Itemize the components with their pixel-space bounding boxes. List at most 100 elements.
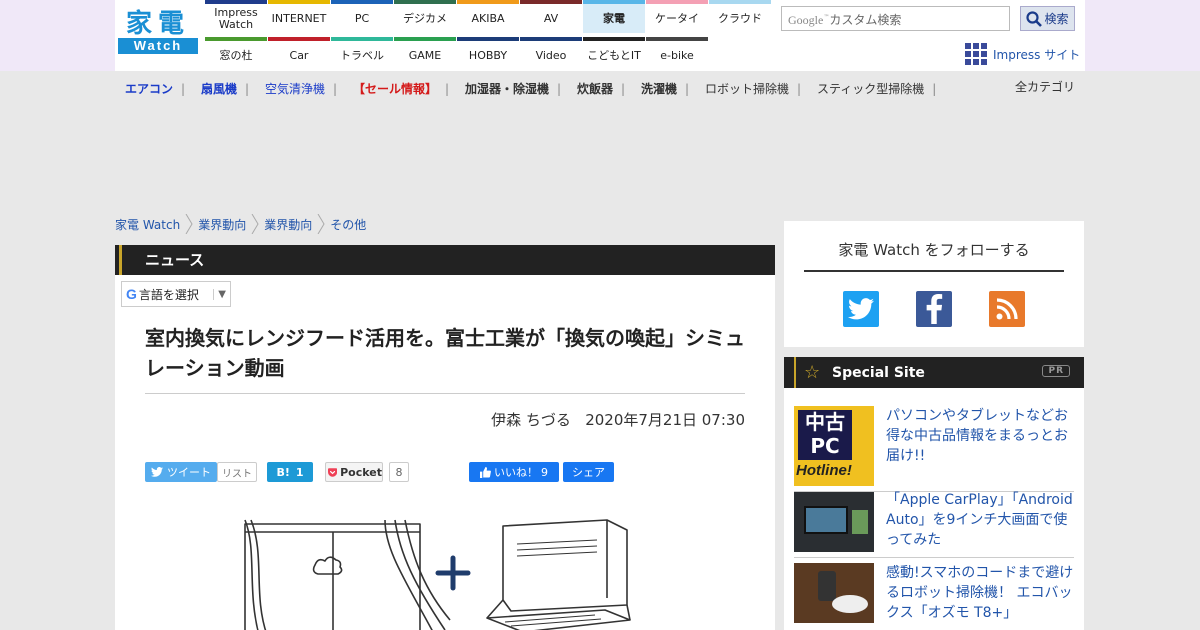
facebook-like-button[interactable]: いいね！ 9 [469, 462, 559, 482]
chevron-down-icon: ▼ [213, 288, 226, 300]
twitter-follow-icon[interactable] [843, 291, 879, 327]
category-link[interactable]: 加湿器・除湿機 | [465, 80, 561, 97]
breadcrumb: 家電 Watch 業界動向 業界動向 その他 [115, 214, 366, 234]
breadcrumb-link[interactable]: 業界動向 [198, 216, 246, 233]
category-link[interactable]: エアコン | [125, 80, 185, 97]
nav-item[interactable]: GAME [394, 37, 456, 70]
site-logo[interactable]: 家電 Watch [118, 10, 198, 56]
category-link[interactable]: 扇風機 | [201, 80, 249, 97]
category-link[interactable]: 空気清浄機 | [265, 80, 337, 97]
category-label: 炊飯器 [577, 82, 614, 96]
rss-follow-icon[interactable] [989, 291, 1025, 327]
category-separator: | [557, 82, 562, 96]
nav-item[interactable]: e-bike [646, 37, 708, 70]
article-title: 室内換気にレンジフード活用を。富士工業が「換気の喚起」シミュレーション動画 [145, 326, 745, 380]
pocket-icon [328, 467, 338, 477]
breadcrumb-link[interactable]: 家電 Watch [115, 216, 180, 233]
grid-icon [965, 43, 987, 65]
category-label: エアコン [125, 82, 174, 96]
language-select[interactable]: G 言語を選択 ▼ [121, 281, 231, 307]
category-bar: 全カテゴリ エアコン | 扇風機 | 空気清浄機 | 【セール情報】 | 加湿器・除湿機 | 炊飯器… [115, 72, 1085, 100]
pocket-label: Pocket [340, 465, 382, 479]
nav-item[interactable]: PC [331, 0, 393, 33]
category-label: 加湿器・除湿機 [465, 82, 550, 96]
special-item-3[interactable]: 感動!スマホのコードまで避けるロボット掃除機！ エコバックス「オズモ T8+」 [794, 563, 1074, 630]
search-input[interactable]: Google™カスタム検索 [781, 6, 1010, 31]
tweet-button[interactable]: ツイート [145, 462, 217, 482]
facebook-follow-icon[interactable] [916, 291, 952, 327]
pr-badge: PR [1042, 365, 1070, 377]
category-link[interactable]: ロボット掃除機 | [705, 80, 801, 97]
category-label: 【セール情報】 [353, 82, 438, 96]
car-screen [804, 506, 848, 534]
special-item-text: 感動!スマホのコードまで避けるロボット掃除機！ エコバックス「オズモ T8+」 [886, 565, 1074, 621]
follow-title: 家電 Watch をフォローする [804, 239, 1064, 272]
chevron-right-icon [185, 214, 193, 234]
hatena-count: 1 [295, 465, 304, 479]
vacuum-robot [832, 595, 868, 613]
list-button[interactable]: リスト [217, 462, 257, 482]
logo-kanji: 家電 [125, 9, 190, 39]
nav-item[interactable]: Impress Watch [205, 0, 267, 33]
article-byline: 伊森 ちづる 2020年7月21日 07:30 [491, 409, 745, 430]
nav-item[interactable]: ケータイ [646, 0, 708, 33]
category-label: 洗濯機 [641, 82, 678, 96]
impress-site-link[interactable]: Impress サイト [965, 43, 1080, 65]
nav-item[interactable]: AV [520, 0, 582, 33]
category-label: スティック型掃除機 [817, 82, 925, 96]
facebook-share-button[interactable]: シェア [563, 462, 614, 482]
special-item-1[interactable]: 中古 PC Hotline! パソコンやタブレットなどお得な中古品情報をまるっと… [794, 406, 1074, 492]
car-phone [852, 510, 868, 534]
special-item-2[interactable]: 「Apple CarPlay」「Android Auto」を9インチ大画面で使っ… [794, 492, 1074, 558]
category-label: ロボット掃除機 [705, 82, 790, 96]
language-select-label: 言語を選択 [138, 287, 199, 302]
nav-item[interactable]: こどもとIT [583, 37, 645, 70]
article-panel: ニュース G 言語を選択 ▼ 室内換気にレンジフード活用を。富士工業が「換気の喚… [115, 245, 775, 630]
google-g-icon: G [126, 286, 137, 302]
carplay-thumbnail [794, 492, 874, 552]
nav-item[interactable]: Car [268, 37, 330, 70]
article-author: 伊森 ちづる [491, 411, 571, 429]
chevron-right-icon [251, 214, 259, 234]
hotline-line3: Hotline! [796, 462, 852, 479]
search-icon [1026, 10, 1043, 27]
pocket-button[interactable]: Pocket [325, 462, 383, 482]
special-site-title: Special Site [832, 364, 925, 381]
nav-item[interactable]: クラウド [709, 0, 771, 33]
nav-item[interactable]: INTERNET [268, 0, 330, 33]
logo-watch: Watch [118, 38, 198, 54]
nav-item[interactable]: 窓の杜 [205, 37, 267, 70]
nav-item[interactable]: AKIBA [457, 0, 519, 33]
nav-item[interactable]: 家電 [583, 0, 645, 33]
article-illustration [244, 519, 631, 630]
category-link[interactable]: 洗濯機 | [641, 80, 689, 97]
hatena-bookmark-button[interactable]: B! 1 [267, 462, 313, 482]
category-label: 扇風機 [201, 82, 238, 96]
header-accent [794, 357, 796, 388]
nav-item[interactable]: トラベル [331, 37, 393, 70]
impress-site-label: Impress サイト [993, 47, 1081, 62]
like-label: いいね！ [494, 466, 538, 479]
special-site-panel: ☆ Special Site PR 中古 PC Hotline! パソコンやタブ… [784, 357, 1084, 630]
category-separator: | [621, 82, 626, 96]
robot-vacuum-thumbnail [794, 563, 874, 623]
special-item-text: 「Apple CarPlay」「Android Auto」を9インチ大画面で使っ… [886, 492, 1073, 548]
breadcrumb-link[interactable]: その他 [330, 216, 366, 233]
section-header: ニュース [115, 245, 775, 275]
search-button[interactable]: 検索 [1020, 6, 1075, 31]
category-link[interactable]: 【セール情報】 | [353, 80, 449, 97]
thumbs-up-icon [480, 466, 491, 478]
breadcrumb-link[interactable]: 業界動向 [264, 216, 312, 233]
nav-item[interactable]: HOBBY [457, 37, 519, 70]
hotline-line2: PC [810, 434, 840, 458]
category-separator: | [797, 82, 802, 96]
like-count: 9 [541, 465, 548, 479]
category-separator: | [245, 82, 250, 96]
all-categories-link[interactable]: 全カテゴリ [1015, 78, 1075, 95]
category-link[interactable]: 炊飯器 | [577, 80, 625, 97]
search-button-label: 検索 [1044, 12, 1069, 26]
nav-item[interactable]: デジカメ [394, 0, 456, 33]
search-placeholder: カスタム検索 [829, 13, 902, 27]
category-link[interactable]: スティック型掃除機 | [817, 80, 936, 97]
nav-item[interactable]: Video [520, 37, 582, 70]
